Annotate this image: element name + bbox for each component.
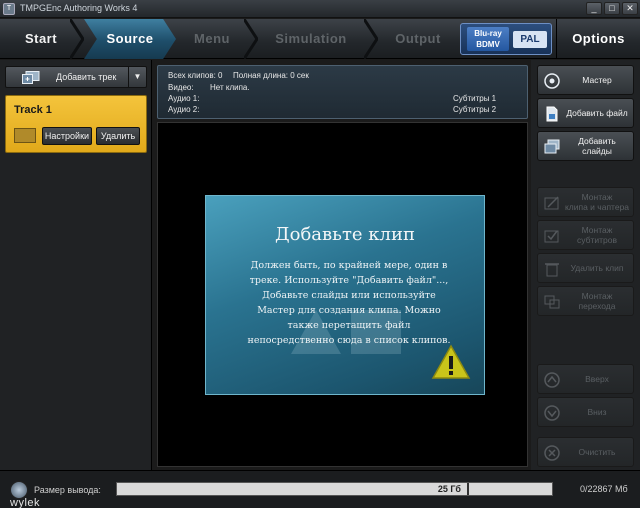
capacity-marker: 25 Гб xyxy=(117,483,469,495)
output-size-bar: 25 Гб xyxy=(116,482,553,496)
region-label: PAL xyxy=(513,31,547,48)
wizard-label: Мастер xyxy=(582,75,612,85)
add-slides-button[interactable]: Добавить слайды xyxy=(537,131,634,161)
clear-button[interactable]: Очистить xyxy=(537,437,634,467)
subtitle1-label: Субтитры 1 xyxy=(453,94,497,103)
move-up-button[interactable]: Вверх xyxy=(537,364,634,394)
move-up-label: Вверх xyxy=(585,374,609,384)
montage-subtitles-button[interactable]: Монтаж субтитров xyxy=(537,220,634,250)
wizard-button[interactable]: Мастер xyxy=(537,65,634,95)
move-down-label: Вниз xyxy=(587,407,607,417)
add-track-label: Добавить трек xyxy=(56,72,117,82)
add-file-icon xyxy=(546,106,558,122)
disc-type-label: Blu-ray BDMV xyxy=(467,27,509,51)
disc-format-badge[interactable]: Blu-ray BDMV PAL xyxy=(460,23,552,55)
add-file-label: Добавить файл xyxy=(566,108,628,118)
add-slides-label: Добавить слайды xyxy=(578,136,616,156)
minimize-button[interactable]: _ xyxy=(586,2,602,15)
edit-clip-icon xyxy=(544,196,559,210)
total-clips: Всех клипов: 0 xyxy=(168,71,223,80)
action-panel: Мастер Добавить файл Добавить слайды Мон… xyxy=(531,60,640,470)
message-body: Должен быть, по крайней мере, один в тре… xyxy=(247,260,451,346)
clip-info-box: Всех клипов: 0 Полная длина: 0 сек Видео… xyxy=(157,65,528,119)
window-controls: _ □ ✕ xyxy=(586,2,638,15)
step-output[interactable]: Output xyxy=(370,19,466,59)
add-track-icon xyxy=(22,71,40,84)
track-panel: Добавить трек ▼ Track 1 Настройки Удалит… xyxy=(0,60,152,470)
montage-transition-button[interactable]: Монтаж перехода xyxy=(537,286,634,316)
wizard-icon xyxy=(544,73,560,89)
options-button[interactable]: Options xyxy=(556,19,640,59)
audio2-label: Аудио 2: xyxy=(168,105,200,114)
montage-clip-button[interactable]: Монтаж клипа и чаптера xyxy=(537,187,634,217)
status-bar: Размер вывода: wylek 25 Гб 0/22867 Мб xyxy=(0,470,640,508)
output-size-label: Размер вывода: xyxy=(34,485,101,495)
track-settings-button[interactable]: Настройки xyxy=(42,127,92,145)
chevron-down-icon[interactable]: ▼ xyxy=(128,67,146,87)
move-down-button[interactable]: Вниз xyxy=(537,397,634,427)
maximize-button[interactable]: □ xyxy=(604,2,620,15)
warning-icon xyxy=(431,344,471,379)
montage-subtitles-label: Монтаж субтитров xyxy=(577,225,617,245)
message-title: Добавьте клип xyxy=(275,224,415,245)
delete-clip-label: Удалить клип xyxy=(570,263,624,273)
edit-subtitles-icon xyxy=(544,230,559,243)
track-item[interactable]: Track 1 Настройки Удалить xyxy=(5,95,147,153)
trash-icon xyxy=(545,263,559,277)
clear-icon xyxy=(544,445,560,461)
delete-clip-button[interactable]: Удалить клип xyxy=(537,253,634,283)
arrow-up-icon xyxy=(544,372,560,388)
app-icon: T xyxy=(3,3,15,15)
window-title: TMPGEnc Authoring Works 4 xyxy=(20,3,138,13)
clip-area: Всех клипов: 0 Полная длина: 0 сек Видео… xyxy=(155,60,530,470)
add-slides-icon xyxy=(544,139,560,154)
track-name: Track 1 xyxy=(14,104,52,116)
watermark-text: wylek xyxy=(10,497,41,508)
add-file-button[interactable]: Добавить файл xyxy=(537,98,634,128)
arrow-down-icon xyxy=(544,405,560,421)
clip-drop-area[interactable]: Добавьте клип Должен быть, по крайней ме… xyxy=(157,122,528,467)
add-track-button[interactable]: Добавить трек ▼ xyxy=(5,66,147,88)
montage-transition-label: Монтаж перехода xyxy=(578,291,616,311)
add-clip-message: Добавьте клип Должен быть, по крайней ме… xyxy=(205,195,485,395)
step-source[interactable]: Source xyxy=(84,19,176,59)
audio1-label: Аудио 1: xyxy=(168,94,200,103)
title-bar: T TMPGEnc Authoring Works 4 _ □ ✕ xyxy=(0,0,640,18)
track-thumbnail xyxy=(14,128,36,143)
clear-label: Очистить xyxy=(578,447,616,457)
close-button[interactable]: ✕ xyxy=(622,2,638,15)
output-size-count: 0/22867 Мб xyxy=(580,484,628,494)
video-value: Нет клипа. xyxy=(210,83,250,92)
step-separator xyxy=(68,18,85,60)
video-label: Видео: xyxy=(168,83,194,92)
subtitle2-label: Субтитры 2 xyxy=(453,105,497,114)
montage-clip-label: Монтаж клипа и чаптера xyxy=(564,192,630,212)
step-simulation[interactable]: Simulation xyxy=(250,19,372,59)
workflow-navbar: Start Source Menu Simulation Output Blu-… xyxy=(0,18,640,60)
total-length: Полная длина: 0 сек xyxy=(233,71,309,80)
track-delete-button[interactable]: Удалить xyxy=(96,127,140,145)
transition-icon xyxy=(544,295,560,309)
